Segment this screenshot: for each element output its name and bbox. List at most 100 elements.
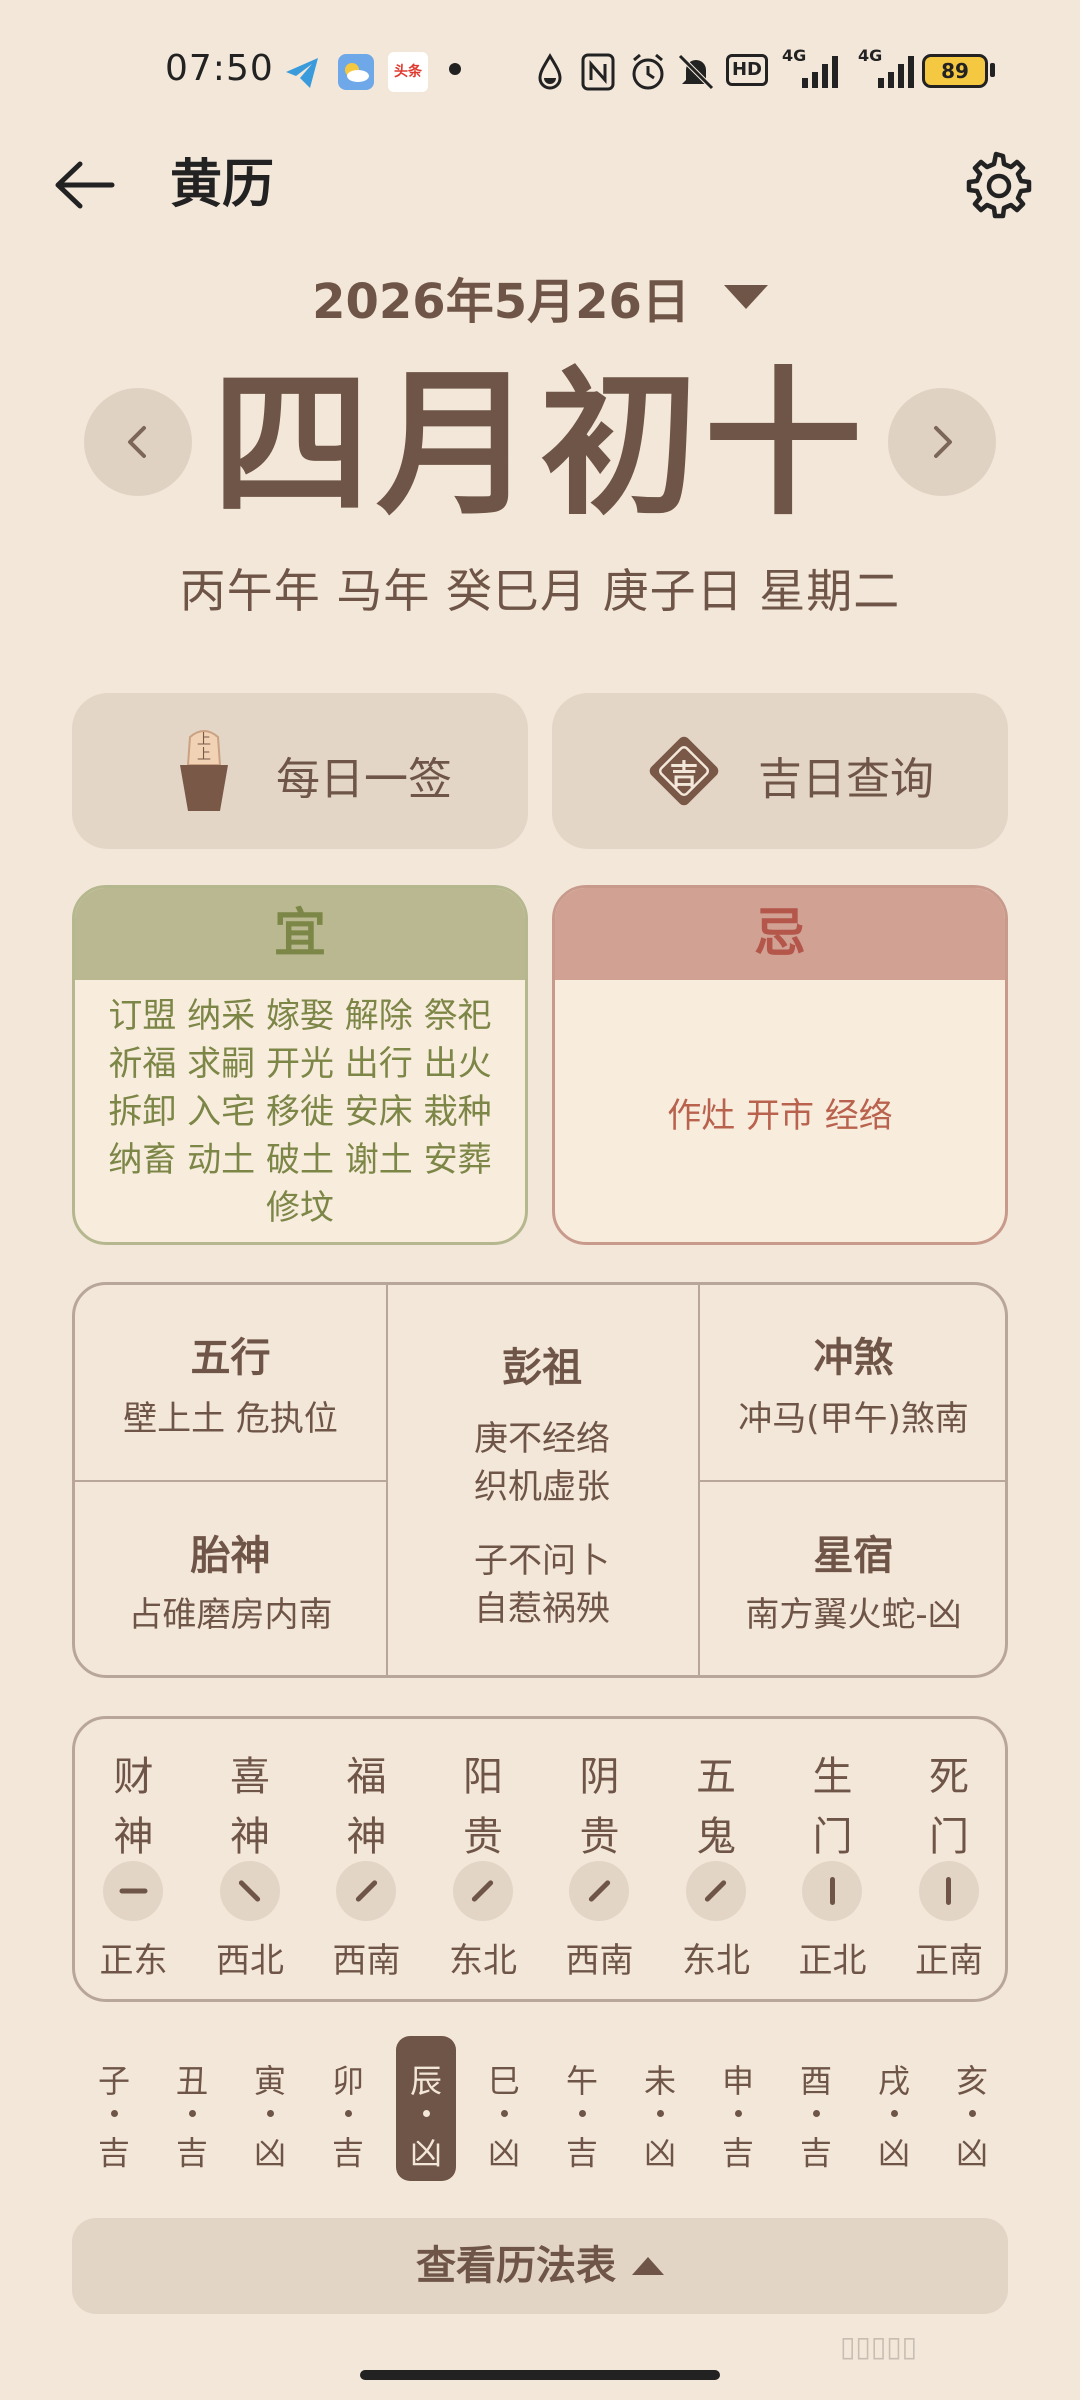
weather-icon [338, 54, 374, 90]
watermark: ▯▯▯▯▯ [840, 2330, 918, 2363]
nfc-icon [581, 53, 615, 91]
back-arrow-icon[interactable] [50, 150, 120, 220]
fortune-stick-icon: 上上 [176, 727, 232, 813]
god-direction: 西南 [332, 1941, 401, 1981]
view-calendar-table-button[interactable]: 查看历法表 [72, 2218, 1008, 2314]
compass-needle [470, 1879, 495, 1903]
date-selector[interactable]: 2026年5月26日 [0, 262, 1080, 332]
compass-needle [946, 1877, 951, 1905]
ji-card: 忌 作灶 开市 经络 [552, 885, 1008, 1245]
god-item: 阴贵西南 [541, 1719, 658, 1999]
hour-cell[interactable]: 巳凶 [474, 2036, 534, 2181]
hour-branch: 戌 [877, 2062, 910, 2100]
home-indicator[interactable] [360, 2370, 720, 2380]
yi-card: 宜 订盟 纳采 嫁娶 解除 祭祀 祈福 求嗣 开光 出行 出火 拆卸 入宅 移徙… [72, 885, 528, 1245]
lucky-diamond-char: 吉 [669, 758, 698, 791]
hour-branch: 巳 [487, 2062, 520, 2100]
hour-branch: 亥 [955, 2062, 988, 2100]
hour-status: 凶 [877, 2134, 910, 2172]
pengzu-line: 织机虚张 [474, 1467, 610, 1507]
god-name: 阳贵 [425, 1747, 542, 1867]
daily-sign-button[interactable]: 上上 每日一签 [72, 693, 528, 849]
god-direction: 东北 [449, 1941, 517, 1981]
hour-cell[interactable]: 寅凶 [240, 2036, 300, 2181]
hour-cell[interactable]: 申吉 [708, 2036, 768, 2181]
chevron-right-icon [934, 426, 952, 458]
yi-line: 祈福 求嗣 开光 出行 出火 [108, 1044, 492, 1084]
status-bar: 07:50 头条 HD 4G 4G 89 [0, 0, 1080, 140]
hour-dot [423, 2110, 430, 2117]
xingxiu-value: 南方翼火蛇-凶 [745, 1595, 962, 1635]
signal-2-icon: 4G [858, 46, 920, 90]
god-name-char: 五 [696, 1754, 736, 1800]
gods-direction-panel: 财神正东喜神西北福神西南阳贵东北阴贵西南五鬼东北生门正北死门正南 [72, 1716, 1008, 2002]
hour-status: 凶 [409, 2134, 442, 2172]
hour-cell[interactable]: 辰凶 [396, 2036, 456, 2181]
view-calendar-table-label: 查看历法表 [416, 2243, 616, 2289]
god-item: 五鬼东北 [658, 1719, 775, 1999]
hour-dot [657, 2110, 664, 2117]
hour-dot [735, 2110, 742, 2117]
pengzu-title: 彭祖 [502, 1345, 582, 1391]
more-notifications-dot-icon [449, 63, 461, 75]
yi-line: 修坟 [266, 1188, 334, 1228]
god-direction: 正北 [798, 1941, 867, 1981]
compass-dial-icon [452, 1861, 513, 1921]
alarm-icon [632, 53, 664, 90]
ji-title: 忌 [555, 888, 1005, 980]
god-direction: 西南 [565, 1941, 634, 1981]
hour-status: 吉 [721, 2134, 754, 2172]
hour-cell[interactable]: 戌凶 [864, 2036, 924, 2181]
hour-cell[interactable]: 未凶 [630, 2036, 690, 2181]
hour-branch: 未 [643, 2062, 676, 2100]
hour-status: 凶 [643, 2134, 676, 2172]
god-name: 生门 [774, 1747, 891, 1867]
hour-cell[interactable]: 卯吉 [318, 2036, 378, 2181]
god-name-char: 生 [812, 1754, 853, 1800]
mute-bell-icon [678, 54, 714, 90]
god-name-char: 阳 [463, 1754, 503, 1800]
selected-date[interactable]: 2026年5月26日 [312, 262, 690, 332]
compass-needle [354, 1879, 378, 1903]
hour-dot [189, 2110, 196, 2117]
hour-status: 凶 [487, 2134, 520, 2172]
god-name-char: 财 [113, 1754, 154, 1800]
lucky-day-button[interactable]: 吉 吉日查询 [552, 693, 1008, 849]
compass-dial-icon [219, 1861, 280, 1921]
god-name: 五鬼 [658, 1747, 775, 1867]
hour-dot [891, 2110, 898, 2117]
hour-dot [111, 2110, 118, 2117]
hour-branch: 子 [97, 2062, 130, 2100]
hour-fortune-row: 子吉丑吉寅凶卯吉辰凶巳凶午吉未凶申吉酉吉戌凶亥凶 [72, 2036, 1008, 2186]
hour-dot [501, 2110, 508, 2117]
hour-branch: 卯 [331, 2062, 364, 2100]
god-name-char: 死 [929, 1754, 969, 1800]
god-name-char: 喜 [230, 1754, 270, 1800]
hour-branch: 丑 [175, 2062, 208, 2100]
chongsha-title: 冲煞 [813, 1335, 894, 1381]
god-name-char: 贵 [579, 1814, 620, 1860]
caret-down-icon[interactable] [723, 285, 768, 309]
gear-icon[interactable] [960, 148, 1032, 220]
compass-dial-icon [685, 1861, 746, 1921]
next-day-button[interactable] [888, 388, 996, 496]
god-direction: 正南 [915, 1941, 983, 1981]
god-name-char: 神 [230, 1814, 270, 1860]
battery-icon: 89 [922, 54, 988, 88]
yi-line: 纳畜 动土 破土 谢土 安葬 [108, 1140, 492, 1180]
hour-status: 吉 [97, 2134, 130, 2172]
hour-status: 吉 [565, 2134, 598, 2172]
hour-cell[interactable]: 酉吉 [786, 2036, 846, 2181]
compass-dial-icon [569, 1861, 629, 1921]
hour-cell[interactable]: 子吉 [84, 2036, 144, 2181]
page-title: 黄历 [170, 155, 275, 215]
hour-dot [969, 2110, 976, 2117]
hour-status: 吉 [799, 2134, 832, 2172]
hour-cell[interactable]: 丑吉 [162, 2036, 222, 2181]
hour-cell[interactable]: 亥凶 [942, 2036, 1002, 2181]
compass-dial-icon [802, 1861, 862, 1921]
wuxing-title: 五行 [190, 1335, 271, 1381]
hour-dot [267, 2110, 274, 2117]
god-item: 死门正南 [891, 1719, 1008, 1999]
hour-cell[interactable]: 午吉 [552, 2036, 612, 2181]
